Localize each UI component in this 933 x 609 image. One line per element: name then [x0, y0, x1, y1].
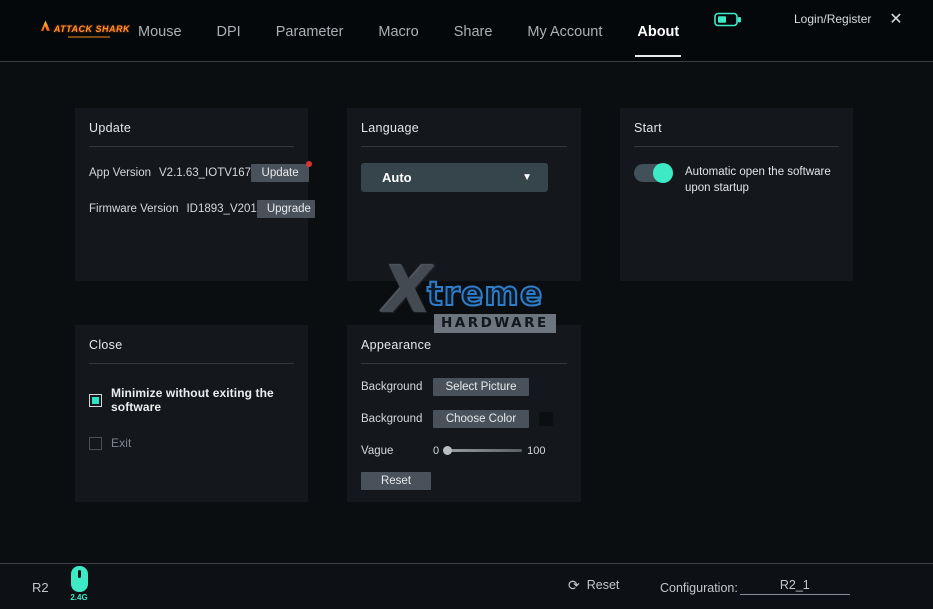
slider-min-label: 0	[433, 445, 439, 457]
update-button-label: Update	[262, 167, 299, 179]
mouse-wheel-slot	[78, 570, 81, 578]
app-version-row: App Version V2.1.63_IOTV167 Update	[89, 163, 294, 183]
color-swatch[interactable]	[539, 412, 553, 426]
mouse-icon	[71, 566, 88, 592]
vague-slider-handle[interactable]	[443, 446, 452, 455]
firmware-version-value: ID1893_V201	[186, 203, 256, 215]
main-nav: Mouse DPI Parameter Macro Share My Accou…	[136, 0, 681, 62]
close-panel: Close Minimize without exiting the softw…	[75, 325, 308, 502]
tab-mouse[interactable]: Mouse	[136, 4, 184, 58]
background-color-label: Background	[361, 413, 433, 425]
divider	[361, 363, 567, 364]
update-notification-dot	[306, 161, 312, 167]
tab-macro[interactable]: Macro	[376, 4, 420, 58]
checkbox-check-fill	[92, 397, 99, 404]
tab-dpi[interactable]: DPI	[215, 4, 243, 58]
divider	[89, 146, 294, 147]
update-panel: Update App Version V2.1.63_IOTV167 Updat…	[75, 108, 308, 281]
configuration-control: Configuration: R2_1	[660, 578, 850, 595]
battery-icon	[714, 12, 744, 27]
configuration-value-field[interactable]: R2_1	[740, 578, 850, 595]
background-picture-row: Background Select Picture	[361, 377, 567, 396]
vague-slider: 0 100	[433, 445, 545, 457]
upgrade-button-label: Upgrade	[267, 203, 311, 215]
shark-fin-icon	[40, 14, 51, 38]
firmware-version-row: Firmware Version ID1893_V201 Upgrade	[89, 199, 294, 219]
vague-row: Vague 0 100	[361, 441, 567, 460]
divider	[361, 146, 567, 147]
toggle-knob	[653, 163, 673, 183]
minimize-option-row[interactable]: Minimize without exiting the software	[89, 386, 294, 414]
minimize-option-label: Minimize without exiting the software	[111, 386, 294, 414]
appearance-panel-title: Appearance	[361, 338, 567, 352]
reset-label: Reset	[587, 578, 620, 592]
slider-max-label: 100	[527, 445, 545, 457]
language-panel: Language Auto ▼	[347, 108, 581, 281]
autostart-row: Automatic open the software upon startup	[634, 164, 839, 196]
update-panel-title: Update	[89, 121, 294, 135]
chevron-down-icon: ▼	[522, 172, 532, 183]
title-bar: ATTACK SHARK Mouse DPI Parameter Macro S…	[0, 0, 933, 62]
appearance-reset-button[interactable]: Reset	[361, 472, 431, 490]
content-area: Update App Version V2.1.63_IOTV167 Updat…	[0, 62, 933, 563]
close-panel-title: Close	[89, 338, 294, 352]
brand-name: ATTACK SHARK	[54, 24, 130, 34]
tab-my-account[interactable]: My Account	[525, 4, 604, 58]
background-color-row: Background Choose Color	[361, 409, 567, 428]
start-panel-title: Start	[634, 121, 839, 135]
minimize-checkbox[interactable]	[89, 394, 102, 407]
firmware-version-label: Firmware Version	[89, 203, 178, 215]
login-register-link[interactable]: Login/Register	[794, 12, 871, 26]
reset-refresh-icon: ⟳	[568, 578, 580, 592]
appearance-panel: Appearance Background Select Picture Bac…	[347, 325, 581, 502]
upgrade-button[interactable]: Upgrade	[257, 200, 315, 218]
language-panel-title: Language	[361, 121, 567, 135]
start-panel: Start Automatic open the software upon s…	[620, 108, 853, 281]
background-picture-label: Background	[361, 381, 433, 393]
vague-label: Vague	[361, 445, 433, 457]
exit-option-label: Exit	[111, 436, 131, 450]
connected-mouse-indicator[interactable]: 2.4G	[66, 566, 92, 602]
autostart-label: Automatic open the software upon startup	[685, 164, 839, 196]
brand-logo: ATTACK SHARK	[40, 14, 130, 48]
tab-parameter[interactable]: Parameter	[274, 4, 346, 58]
app-window: ATTACK SHARK Mouse DPI Parameter Macro S…	[0, 0, 933, 609]
update-button[interactable]: Update	[251, 164, 309, 182]
status-bar: R2 2.4G ⟳ Reset Configuration: R2_1	[0, 563, 933, 609]
exit-checkbox[interactable]	[89, 437, 102, 450]
tab-about[interactable]: About	[635, 4, 681, 58]
connection-type-label: 2.4G	[66, 593, 92, 602]
choose-color-button[interactable]: Choose Color	[433, 410, 529, 428]
language-selected-value: Auto	[382, 170, 412, 185]
select-picture-button[interactable]: Select Picture	[433, 378, 529, 396]
brand-tagline-bar	[68, 36, 110, 38]
close-window-icon[interactable]: ✕	[884, 8, 908, 32]
vague-slider-track[interactable]	[444, 449, 522, 452]
reset-control[interactable]: ⟳ Reset	[568, 578, 619, 592]
divider	[634, 146, 839, 147]
app-version-value: V2.1.63_IOTV167	[159, 167, 251, 179]
autostart-toggle[interactable]	[634, 164, 672, 182]
app-version-label: App Version	[89, 167, 151, 179]
divider	[89, 363, 294, 364]
configuration-label: Configuration:	[660, 581, 738, 595]
exit-option-row[interactable]: Exit	[89, 436, 294, 450]
tab-share[interactable]: Share	[452, 4, 495, 58]
language-dropdown[interactable]: Auto ▼	[361, 163, 548, 192]
device-profile-label: R2	[32, 580, 49, 595]
